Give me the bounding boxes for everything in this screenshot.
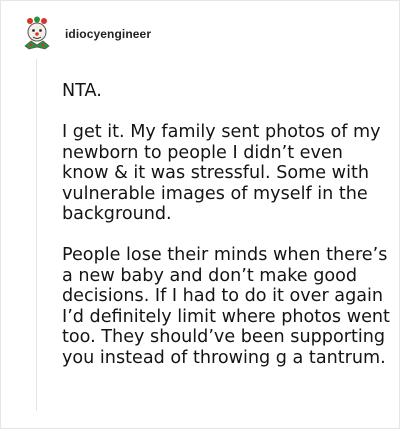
post-paragraph: NTA. bbox=[62, 81, 102, 101]
post-paragraph: People lose their minds when there’s a n… bbox=[62, 245, 390, 368]
clown-avatar-icon[interactable] bbox=[21, 16, 53, 52]
post-body: NTA. I get it. My family sent photos of … bbox=[62, 81, 394, 368]
post-paragraph: I get it. My family sent photos of my ne… bbox=[62, 122, 381, 224]
thread-line bbox=[36, 59, 37, 411]
post-card: idiocyengineer NTA. I get it. My family … bbox=[0, 0, 400, 429]
username[interactable]: idiocyengineer bbox=[65, 27, 151, 41]
post-header: idiocyengineer bbox=[21, 16, 151, 52]
